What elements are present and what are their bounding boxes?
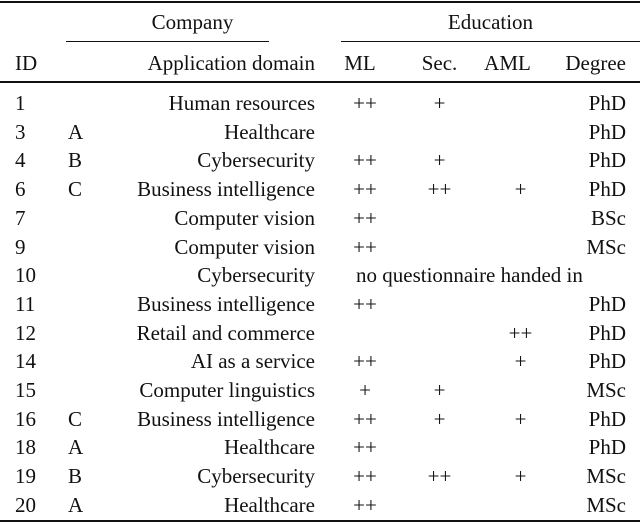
cell-domain: Cybersecurity xyxy=(197,263,315,288)
column-header-domain: Application domain xyxy=(147,51,315,75)
column-header-degree: Degree xyxy=(565,51,626,75)
cell-ml: ++ xyxy=(353,464,377,489)
cell-company: C xyxy=(68,406,83,431)
cell-degree: PhD xyxy=(588,91,626,115)
cell-degree: MSc xyxy=(586,234,626,259)
cell-ml: ++ xyxy=(353,435,377,460)
cell-domain: Business intelligence xyxy=(137,291,315,316)
cell-id: 20 xyxy=(15,492,36,517)
cell-ml: ++ xyxy=(353,148,377,173)
cell-id: 18 xyxy=(15,435,36,460)
cell-id: 19 xyxy=(15,464,36,489)
cell-domain: Computer vision xyxy=(174,234,315,259)
cell-company: A xyxy=(68,435,84,460)
cell-company: A xyxy=(68,492,84,517)
cell-domain: Cybersecurity xyxy=(197,148,315,173)
cell-domain: Retail and commerce xyxy=(136,320,315,345)
cell-id: 16 xyxy=(15,406,36,431)
cell-id: 15 xyxy=(15,378,36,402)
cell-id: 4 xyxy=(15,148,26,173)
cell-domain: AI as a service xyxy=(190,349,315,374)
cell-id: 9 xyxy=(15,234,26,259)
cell-ml: ++ xyxy=(353,349,377,374)
cell-ml: + xyxy=(359,378,371,402)
top-rule xyxy=(0,1,640,3)
cell-sec: + xyxy=(433,406,446,431)
cell-id: 1 xyxy=(15,91,26,115)
cell-degree: PhD xyxy=(588,148,626,173)
cell-sec: ++ xyxy=(427,177,452,202)
cell-ml: ++ xyxy=(353,291,377,316)
column-header-sec: Sec. xyxy=(421,51,458,75)
cell-degree: MSc xyxy=(586,464,626,489)
cell-degree: PhD xyxy=(588,435,626,460)
cell-degree: PhD xyxy=(588,119,626,144)
cell-id: 10 xyxy=(15,263,36,288)
group-header-education: Education xyxy=(447,10,534,34)
company-cmidrule xyxy=(66,41,269,42)
cell-company: B xyxy=(68,464,83,489)
cell-company: B xyxy=(68,148,83,173)
cell-id: 6 xyxy=(15,177,26,202)
cell-id: 12 xyxy=(15,320,36,345)
group-header-company: Company xyxy=(151,10,234,34)
cell-degree: MSc xyxy=(586,378,626,402)
cell-domain: Business intelligence xyxy=(137,177,315,202)
column-header-ml: ML xyxy=(344,51,376,75)
cell-ml: ++ xyxy=(353,177,377,202)
cell-ml: ++ xyxy=(353,205,377,230)
cell-degree: PhD xyxy=(588,291,626,316)
cell-sec: + xyxy=(433,148,446,173)
cell-sec: + xyxy=(433,91,446,115)
education-cmidrule xyxy=(341,41,640,42)
cell-note: no questionnaire handed in xyxy=(356,263,583,288)
column-header-id: ID xyxy=(15,51,38,75)
cell-sec: ++ xyxy=(427,464,452,489)
cell-domain: Computer linguistics xyxy=(139,378,315,402)
cell-degree: PhD xyxy=(588,177,626,202)
cell-company: C xyxy=(68,177,83,202)
cell-domain: Healthcare xyxy=(224,119,315,144)
cell-ml: ++ xyxy=(353,91,377,115)
bottom-rule xyxy=(0,520,640,522)
cell-domain: Cybersecurity xyxy=(197,464,315,489)
cell-domain: Healthcare xyxy=(224,435,315,460)
cell-degree: PhD xyxy=(588,406,626,431)
cell-degree: MSc xyxy=(586,492,626,517)
cell-degree: BSc xyxy=(590,205,626,230)
column-header-aml: AML xyxy=(484,51,531,75)
cell-id: 11 xyxy=(15,291,36,316)
cell-domain: Computer vision xyxy=(174,205,315,230)
cell-domain: Business intelligence xyxy=(137,406,315,431)
cell-degree: PhD xyxy=(588,320,626,345)
cell-ml: ++ xyxy=(353,406,377,431)
cell-id: 3 xyxy=(15,119,26,144)
cell-company: A xyxy=(68,119,84,144)
cell-domain: Human resources xyxy=(168,91,315,115)
cell-sec: + xyxy=(433,378,446,402)
cell-ml: ++ xyxy=(353,234,377,259)
cell-id: 7 xyxy=(15,205,26,230)
cell-ml: ++ xyxy=(353,492,377,517)
header-rule xyxy=(0,81,640,83)
cell-domain: Healthcare xyxy=(224,492,315,517)
cell-degree: PhD xyxy=(588,349,626,374)
cell-id: 14 xyxy=(15,349,36,374)
